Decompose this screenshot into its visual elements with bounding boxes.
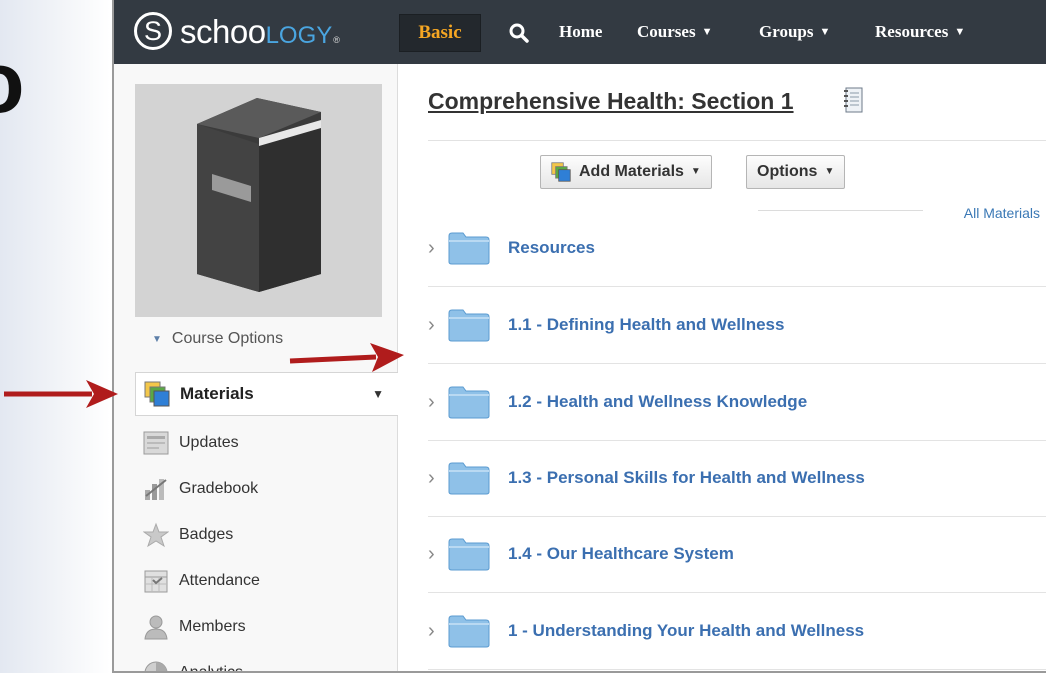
top-navigation-bar: S schoology® Basic Home Courses ▼ Groups ▼… [114, 0, 1046, 64]
folder-row[interactable]: › 1.3 - Personal Skills for Health and We… [428, 440, 1046, 517]
attendance-icon [144, 570, 168, 593]
notebook-icon[interactable] [843, 87, 863, 113]
folder-title[interactable]: 1.1 - Defining Health and Wellness [508, 315, 784, 335]
folder-title[interactable]: 1.2 - Health and Wellness Knowledge [508, 392, 807, 412]
person-icon [144, 615, 168, 640]
logo-mark: S [134, 12, 172, 50]
nav-home[interactable]: Home [559, 20, 602, 44]
gradebook-icon [145, 479, 167, 500]
chevron-right-icon[interactable]: › [428, 238, 435, 258]
search-icon[interactable] [508, 22, 530, 44]
folder-title[interactable]: 1 - Understanding Your Health and Wellne… [508, 621, 864, 641]
folder-icon [448, 386, 490, 419]
basic-button[interactable]: Basic [399, 14, 481, 52]
chevron-right-icon[interactable]: › [428, 544, 435, 564]
course-cover-image [135, 84, 382, 317]
sidebar-item-updates[interactable]: Updates [135, 421, 398, 465]
sidebar-item-members[interactable]: Members [135, 605, 398, 649]
chevron-down-icon: ▼ [701, 26, 713, 38]
sidebar-item-analytics[interactable]: Analytics [135, 651, 398, 671]
folder-icon [448, 615, 490, 648]
chevron-right-icon[interactable]: › [428, 392, 435, 412]
analytics-icon [144, 661, 168, 671]
nav-resources[interactable]: Resources ▼ [875, 20, 965, 44]
folder-icon [448, 462, 490, 495]
folder-icon [448, 232, 490, 265]
folder-title[interactable]: 1.3 - Personal Skills for Health and Wel… [508, 468, 865, 488]
logo-wordmark: schoology® [180, 12, 340, 50]
chevron-down-icon[interactable]: ▼ [372, 387, 384, 401]
chevron-right-icon[interactable]: › [428, 468, 435, 488]
schoology-logo[interactable]: S schoology® [134, 11, 340, 51]
red-arrow-icon [289, 343, 404, 372]
folder-icon [448, 538, 490, 571]
star-icon [143, 522, 169, 548]
folder-title[interactable]: Resources [508, 238, 595, 258]
red-arrow-icon [4, 380, 118, 408]
sidebar-item-badges[interactable]: Badges [135, 513, 398, 557]
folder-row[interactable]: › 1.4 - Our Healthcare System [428, 516, 1046, 593]
folder-title[interactable]: 1.4 - Our Healthcare System [508, 544, 734, 564]
chevron-right-icon[interactable]: › [428, 315, 435, 335]
materials-icon [551, 162, 571, 182]
updates-icon [143, 431, 169, 455]
schoology-window: S schoology® Basic Home Courses ▼ Groups ▼… [112, 0, 1046, 673]
folder-row[interactable]: › Resources [428, 210, 1046, 287]
options-button[interactable]: Options ▼ [746, 155, 846, 189]
folder-icon [448, 309, 490, 342]
book-icon [197, 98, 321, 292]
chevron-down-icon: ▼ [824, 165, 835, 177]
cropped-heading-text: o [0, 40, 25, 126]
nav-groups[interactable]: Groups ▼ [759, 20, 830, 44]
folder-row[interactable]: › 1 - Understanding Your Health and Welln… [428, 593, 1046, 670]
chevron-down-icon: ▼ [690, 165, 701, 177]
folder-row[interactable]: › 1.1 - Defining Health and Wellness [428, 287, 1046, 364]
course-options-toggle[interactable]: ▼ Course Options [152, 330, 283, 348]
sidebar-item-gradebook[interactable]: Gradebook [135, 467, 398, 511]
materials-main: Comprehensive Health: Section 1 Add Mate… [398, 64, 1046, 671]
triangle-down-icon: ▼ [152, 333, 162, 345]
divider [428, 140, 1046, 141]
sidebar-item-attendance[interactable]: Attendance [135, 559, 398, 603]
chevron-right-icon[interactable]: › [428, 621, 435, 641]
page-title[interactable]: Comprehensive Health: Section 1 [428, 88, 794, 115]
chevron-down-icon: ▼ [954, 26, 966, 38]
materials-icon [144, 381, 170, 407]
nav-courses[interactable]: Courses ▼ [637, 20, 712, 44]
add-materials-button-face[interactable]: Add Materials ▼ [540, 155, 712, 189]
folder-row[interactable]: › 1.2 - Health and Wellness Knowledge [428, 364, 1046, 441]
chevron-down-icon: ▼ [819, 26, 831, 38]
